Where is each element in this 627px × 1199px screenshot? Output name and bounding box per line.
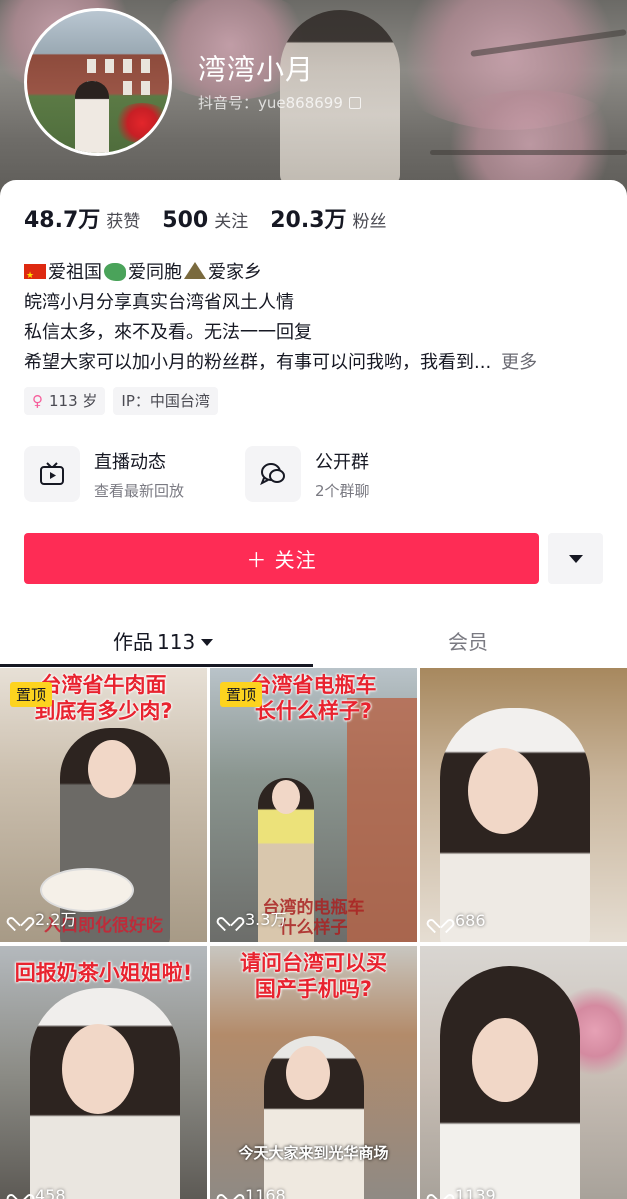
heart-icon — [432, 913, 449, 928]
video-likes: 3.3万 — [222, 906, 286, 930]
video-thumbnail[interactable]: 台湾省牛肉面 到底有多少肉? 置顶 入口即化很好吃 2.2万 — [0, 668, 207, 942]
pinned-badge: 置顶 — [220, 682, 263, 707]
heart-icon — [222, 1188, 239, 1199]
video-subtitle: 今天大家来到光华商场 — [238, 1144, 389, 1162]
video-thumbnail[interactable]: 686 — [420, 668, 627, 942]
chevron-down-icon — [568, 554, 583, 563]
heart-icon — [222, 911, 239, 926]
follow-button[interactable]: ＋ 关注 — [24, 533, 539, 584]
active-tab-indicator — [0, 664, 313, 667]
tab-member[interactable]: 会员 — [448, 626, 488, 655]
profile-banner: 湾湾小月 抖音号：yue868699 — [0, 0, 627, 200]
age-tag: ♀ 113 岁 — [24, 387, 106, 415]
chevron-down-icon — [201, 639, 214, 646]
video-thumbnail[interactable]: 台湾省电瓶车 长什么样子? 置顶 台湾的电瓶车 什么样子 3.3万 — [210, 668, 417, 942]
heart-icon — [12, 1188, 29, 1199]
more-options-button[interactable] — [548, 533, 603, 584]
china-flag-icon — [24, 261, 46, 291]
mountain-icon — [184, 262, 206, 279]
video-thumbnail[interactable]: 回报奶茶小姐姐啦! 458 — [0, 946, 207, 1199]
following-count[interactable]: 500 — [162, 208, 208, 233]
video-likes: 2.2万 — [12, 906, 76, 930]
video-likes: 1168 — [222, 1186, 286, 1199]
video-likes: 686 — [432, 911, 486, 930]
likes-label: 获赞 — [106, 212, 141, 232]
heart-icon — [12, 911, 29, 926]
copy-icon[interactable] — [348, 97, 361, 109]
followers-count[interactable]: 20.3万 — [270, 202, 346, 234]
profile-tags: ♀ 113 岁 IP：中国台湾 — [24, 387, 218, 415]
pinned-badge: 置顶 — [10, 682, 53, 707]
followers-label: 粉丝 — [352, 212, 387, 232]
following-label: 关注 — [214, 212, 249, 232]
ip-tag: IP：中国台湾 — [113, 387, 218, 415]
video-caption: 请问台湾可以买 国产手机吗? — [240, 951, 387, 1001]
video-caption: 回报奶茶小姐姐啦! — [14, 961, 193, 985]
tv-icon — [24, 446, 80, 502]
video-thumbnail[interactable]: 请问台湾可以买 国产手机吗? 今天大家来到光华商场 1168 — [210, 946, 417, 1199]
female-icon: ♀ — [32, 392, 43, 410]
public-group-link[interactable]: 公开群 2个群聊 — [245, 446, 370, 502]
live-activity-link[interactable]: 直播动态 查看最新回放 — [24, 446, 184, 502]
video-likes: 458 — [12, 1186, 66, 1199]
content-tabs: 作品 113 会员 — [0, 618, 627, 668]
chat-bubbles-icon — [245, 446, 301, 502]
profile-name: 湾湾小月 — [198, 53, 315, 86]
bio-more-link[interactable]: 更多 — [501, 352, 537, 373]
douyin-id[interactable]: 抖音号：yue868699 — [198, 92, 361, 113]
avatar[interactable] — [24, 8, 172, 156]
dragon-icon — [104, 263, 126, 281]
tab-works[interactable]: 作品 113 — [113, 626, 214, 655]
likes-count[interactable]: 48.7万 — [24, 202, 100, 234]
heart-icon — [432, 1188, 449, 1199]
stats-row: 48.7万 获赞 500 关注 20.3万 粉丝 — [24, 202, 409, 234]
video-thumbnail[interactable]: 1139 — [420, 946, 627, 1199]
video-likes: 1139 — [432, 1186, 496, 1199]
bio: 爱祖国爱同胞爱家乡 皖湾小月分享真实台湾省风土人情 私信太多，來不及看。无法一一… — [24, 258, 609, 378]
